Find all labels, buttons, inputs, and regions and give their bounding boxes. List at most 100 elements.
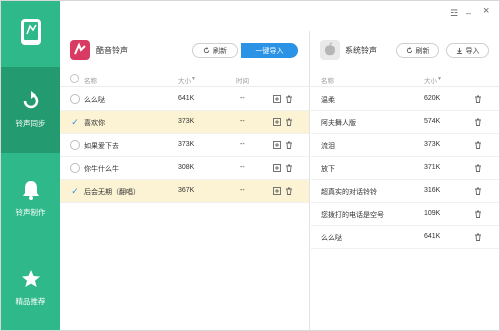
sidebar-item-recommended[interactable]: 精品推荐 bbox=[1, 245, 60, 331]
sort-down-icon: ▼ bbox=[437, 76, 442, 82]
ringtone-size: 316K bbox=[424, 187, 441, 194]
table-row[interactable]: 超真实的对话铃铃 316K bbox=[311, 180, 499, 203]
refresh-button[interactable]: 刷新 bbox=[396, 43, 439, 58]
one-click-import-button[interactable]: 一键导入 bbox=[241, 43, 298, 58]
row-checkbox[interactable]: ✓ bbox=[70, 117, 80, 127]
sync-arrow-icon bbox=[23, 91, 38, 109]
trash-icon[interactable] bbox=[474, 164, 482, 172]
close-button[interactable]: × bbox=[483, 5, 489, 17]
ringtone-time: -- bbox=[240, 141, 245, 148]
panel-header: 酷音铃声 刷新 一键导入 bbox=[60, 31, 309, 69]
table-row[interactable]: ✓ 后会无期（翻唱） 367K -- bbox=[60, 180, 309, 203]
table-row[interactable]: 你牛什么牛 308K -- bbox=[60, 157, 309, 180]
ringtone-size: 308K bbox=[178, 164, 195, 171]
import-button[interactable]: 导入 bbox=[446, 43, 489, 58]
column-time-header[interactable]: 时间 bbox=[236, 75, 249, 85]
trash-icon[interactable] bbox=[474, 187, 482, 195]
star-icon bbox=[21, 270, 40, 287]
title-bar: ☲ – × bbox=[60, 1, 499, 31]
import-icon bbox=[456, 47, 462, 54]
menu-icon[interactable]: ☲ bbox=[450, 7, 458, 19]
ringtone-name: 如果爱下去 bbox=[84, 143, 119, 150]
ringtone-time: -- bbox=[240, 118, 245, 125]
sidebar-item-ringtone-maker[interactable]: 铃声制作 bbox=[1, 156, 60, 242]
sidebar-item-label: 铃声制作 bbox=[15, 208, 46, 217]
refresh-icon bbox=[406, 47, 412, 54]
select-all-checkbox[interactable] bbox=[70, 74, 79, 86]
ringtone-time: -- bbox=[240, 164, 245, 171]
ringtone-name: 喜欢你 bbox=[84, 120, 105, 127]
table-row[interactable]: ✓ 喜欢你 373K -- bbox=[60, 111, 309, 134]
ringtone-size: 574K bbox=[424, 118, 441, 125]
ringtone-name: 你牛什么牛 bbox=[84, 166, 119, 173]
trash-icon[interactable] bbox=[474, 210, 482, 218]
panel-title: 系统铃声 bbox=[345, 46, 377, 55]
ringtone-size: 641K bbox=[178, 95, 195, 102]
trash-icon[interactable] bbox=[285, 95, 293, 103]
column-name-header[interactable]: 名称 bbox=[84, 75, 97, 85]
table-row[interactable]: 阿夫舞人版 574K bbox=[311, 111, 499, 134]
ringtone-name: 流泪 bbox=[321, 143, 335, 150]
ringtone-size: 373K bbox=[178, 118, 195, 125]
table-row[interactable]: 么么哒 641K bbox=[311, 226, 499, 249]
ringtone-size: 109K bbox=[424, 210, 441, 217]
column-size-header[interactable]: 大小 bbox=[424, 75, 437, 85]
panel-header: 系统铃声 刷新 导入 bbox=[311, 31, 499, 69]
system-ringtone-panel: 系统铃声 刷新 导入 名称 大小 ▼ 温柔 620K 阿夫舞人版 574K 流泪 373K… bbox=[311, 31, 499, 330]
table-header: 名称 大小 ▼ 时间 bbox=[60, 71, 309, 87]
table-row[interactable]: 放下 371K bbox=[311, 157, 499, 180]
ringtone-name: 您拨打的电话是空号 bbox=[321, 212, 384, 219]
ringtone-name: 么么哒 bbox=[321, 235, 342, 242]
trash-icon[interactable] bbox=[474, 141, 482, 149]
ringtone-name: 放下 bbox=[321, 166, 335, 173]
ringtone-time: -- bbox=[240, 95, 245, 102]
panel-title: 酷音铃声 bbox=[96, 46, 128, 55]
import-label: 一键导入 bbox=[255, 47, 284, 55]
trash-icon[interactable] bbox=[474, 233, 482, 241]
sidebar: 铃声同步 铃声制作 精品推荐 bbox=[1, 1, 60, 330]
refresh-button[interactable]: 刷新 bbox=[192, 43, 238, 58]
trash-icon[interactable] bbox=[285, 118, 293, 126]
export-icon[interactable] bbox=[273, 187, 281, 195]
export-icon[interactable] bbox=[273, 95, 281, 103]
table-row[interactable]: 么么哒 641K -- bbox=[60, 88, 309, 111]
phone-logo-icon bbox=[20, 19, 41, 45]
minimize-button[interactable]: – bbox=[466, 7, 471, 19]
ringtone-name: 超真实的对话铃铃 bbox=[321, 189, 377, 196]
table-row[interactable]: 您拨打的电话是空号 109K bbox=[311, 203, 499, 226]
trash-icon[interactable] bbox=[285, 187, 293, 195]
app-logo bbox=[1, 1, 60, 63]
ringtone-name: 阿夫舞人版 bbox=[321, 120, 356, 127]
sidebar-item-ringtone-sync[interactable]: 铃声同步 bbox=[1, 67, 60, 153]
table-row[interactable]: 流泪 373K bbox=[311, 134, 499, 157]
column-name-header[interactable]: 名称 bbox=[321, 75, 334, 85]
export-icon[interactable] bbox=[273, 118, 281, 126]
trash-icon[interactable] bbox=[474, 118, 482, 126]
bell-icon bbox=[22, 181, 39, 200]
row-checkbox[interactable] bbox=[70, 163, 80, 173]
refresh-label: 刷新 bbox=[415, 47, 430, 55]
row-checkbox[interactable]: ✓ bbox=[70, 186, 80, 196]
sidebar-item-label: 铃声同步 bbox=[15, 119, 46, 128]
ringtone-size: 620K bbox=[424, 95, 441, 102]
table-row[interactable]: 如果爱下去 373K -- bbox=[60, 134, 309, 157]
ringtone-name: 么么哒 bbox=[84, 97, 105, 104]
row-checkbox[interactable] bbox=[70, 94, 80, 104]
row-checkbox[interactable] bbox=[70, 140, 80, 150]
sidebar-item-label: 精品推荐 bbox=[15, 297, 46, 306]
trash-icon[interactable] bbox=[474, 95, 482, 103]
ringtone-time: -- bbox=[240, 187, 245, 194]
trash-icon[interactable] bbox=[285, 141, 293, 149]
ringtone-size: 641K bbox=[424, 233, 441, 240]
apple-logo-icon bbox=[320, 40, 340, 60]
ringtone-size: 371K bbox=[424, 164, 441, 171]
trash-icon[interactable] bbox=[285, 164, 293, 172]
export-icon[interactable] bbox=[273, 164, 281, 172]
column-size-header[interactable]: 大小 bbox=[178, 75, 191, 85]
export-icon[interactable] bbox=[273, 141, 281, 149]
table-row[interactable]: 温柔 620K bbox=[311, 88, 499, 111]
table-header: 名称 大小 ▼ bbox=[311, 71, 499, 87]
ringtone-size: 373K bbox=[424, 141, 441, 148]
ringtone-name: 后会无期（翻唱） bbox=[84, 189, 140, 196]
sort-down-icon: ▼ bbox=[191, 76, 196, 82]
